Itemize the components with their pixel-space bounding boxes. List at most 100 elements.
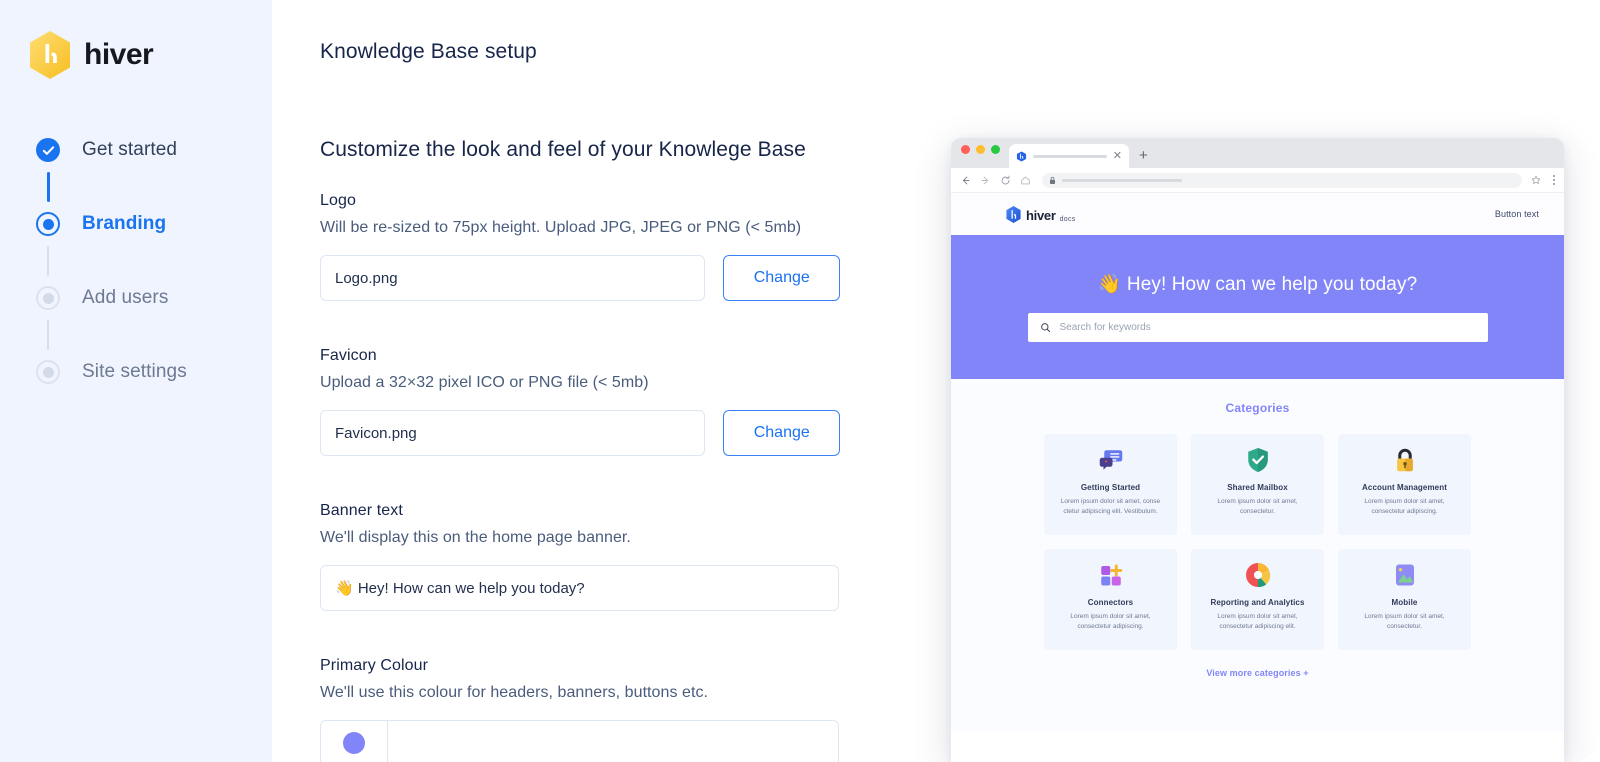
window-controls[interactable] <box>961 138 1000 168</box>
reload-icon[interactable] <box>1000 175 1011 186</box>
sidebar: hiver Get started Branding Add users Sit… <box>0 0 272 762</box>
kebab-menu-icon[interactable] <box>1550 175 1555 185</box>
category-card[interactable]: Reporting and Analytics Lorem ipsum dolo… <box>1191 549 1324 650</box>
change-favicon-button[interactable]: Change <box>723 410 840 456</box>
sidebar-item-label: Site settings <box>82 361 187 382</box>
preview-header-button[interactable]: Button text <box>1495 209 1539 219</box>
field-label: Logo <box>320 192 356 209</box>
close-icon[interactable]: ✕ <box>1113 150 1122 162</box>
category-desc: Lorem ipsum dolor sit amet, consectetur. <box>1364 613 1445 631</box>
category-desc: Lorem ipsum dolor sit amet, conse ctetur… <box>1060 498 1161 516</box>
category-card[interactable]: Shared Mailbox Lorem ipsum dolor sit ame… <box>1191 434 1324 535</box>
category-name: Reporting and Analytics <box>1210 598 1305 607</box>
image-icon <box>1395 564 1414 586</box>
preview-site-logo: hiver docs <box>1005 205 1076 224</box>
category-card[interactable]: Account Management Lorem ipsum dolor sit… <box>1338 434 1471 535</box>
preview-hero-banner: 👋 Hey! How can we help you today? Search… <box>951 235 1564 379</box>
sidebar-item-branding[interactable]: Branding <box>36 202 266 246</box>
radio-selected-icon <box>36 212 60 236</box>
tab-title-placeholder <box>1033 154 1107 158</box>
category-desc: Lorem ipsum dolor sit amet, consectetur … <box>1217 613 1298 631</box>
browser-preview: ✕ + hiver docs Button text 👋 Hey! How ca… <box>951 138 1564 762</box>
category-name: Mobile <box>1391 598 1418 607</box>
section-title: Customize the look and feel of your Know… <box>320 138 806 161</box>
shield-check-icon <box>1247 448 1268 472</box>
category-card[interactable]: Getting Started Lorem ipsum dolor sit am… <box>1044 434 1177 535</box>
preview-categories-heading: Categories <box>1225 401 1290 415</box>
favicon-filename-input[interactable]: Favicon.png <box>320 410 706 456</box>
preview-logo-word: hiver <box>1026 208 1056 224</box>
field-help: We'll display this on the home page bann… <box>320 529 631 546</box>
chat-bubbles-icon <box>1099 450 1122 470</box>
category-desc: Lorem ipsum dolor sit amet, consectetur … <box>1070 613 1151 631</box>
sidebar-item-get-started[interactable]: Get started <box>36 128 266 172</box>
check-circle-icon <box>36 138 60 162</box>
field-help: Upload a 32×32 pixel ICO or PNG file (< … <box>320 374 649 391</box>
category-name: Shared Mailbox <box>1227 483 1288 492</box>
category-name: Connectors <box>1087 598 1134 607</box>
preview-site-header: hiver docs Button text <box>951 193 1564 235</box>
preview-category-grid: Getting Started Lorem ipsum dolor sit am… <box>1044 434 1471 650</box>
hiver-hexagon-blue-icon <box>1006 205 1021 223</box>
step-connector-active <box>36 172 266 202</box>
field-favicon: Favicon Upload a 32×32 pixel ICO or PNG … <box>320 347 840 456</box>
search-icon <box>1040 323 1050 333</box>
preview-search-box[interactable]: Search for keywords <box>1027 313 1488 342</box>
sidebar-item-label: Branding <box>82 213 167 234</box>
lock-icon <box>1049 176 1056 184</box>
sidebar-item-site-settings[interactable]: Site settings <box>36 350 266 394</box>
step-connector-idle <box>36 320 266 350</box>
page-title: Knowledge Base setup <box>320 40 537 63</box>
maximize-window-dot[interactable] <box>991 144 1000 154</box>
browser-tab[interactable]: ✕ <box>1009 144 1129 168</box>
setup-steps: Get started Branding Add users Site sett… <box>36 128 266 394</box>
brand-logo: hiver <box>27 30 154 80</box>
preview-hero-title: 👋 Hey! How can we help you today? <box>1097 274 1418 295</box>
view-more-categories-link[interactable]: View more categories + <box>951 668 1564 678</box>
primary-colour-input[interactable] <box>388 720 839 762</box>
colour-swatch <box>343 732 365 754</box>
step-connector-idle <box>36 246 266 276</box>
field-label: Favicon <box>320 347 377 364</box>
pie-chart-icon <box>1245 563 1270 588</box>
logo-filename-input[interactable]: Logo.png <box>320 255 706 301</box>
category-name: Account Management <box>1362 483 1447 492</box>
arrow-left-icon[interactable] <box>960 175 971 186</box>
sidebar-item-add-users[interactable]: Add users <box>36 276 266 320</box>
minimize-window-dot[interactable] <box>976 144 985 154</box>
blocks-plus-icon <box>1100 564 1122 586</box>
home-icon[interactable] <box>1020 175 1031 186</box>
url-omnibox[interactable] <box>1042 172 1522 188</box>
radio-empty-icon <box>36 360 60 384</box>
field-label: Banner text <box>320 502 403 519</box>
change-logo-button[interactable]: Change <box>723 255 840 301</box>
browser-tabbar: ✕ + <box>951 138 1564 168</box>
padlock-icon <box>1396 448 1413 472</box>
arrow-right-icon[interactable] <box>980 175 991 186</box>
app-root: hiver Get started Branding Add users Sit… <box>0 0 1600 762</box>
field-help: Will be re-sized to 75px height. Upload … <box>320 219 802 236</box>
category-card[interactable]: Mobile Lorem ipsum dolor sit amet, conse… <box>1338 549 1471 650</box>
preview-search-placeholder: Search for keywords <box>1059 322 1151 333</box>
browser-addressbar <box>951 168 1564 193</box>
banner-text-input[interactable]: 👋 Hey! How can we help you today? <box>320 565 839 611</box>
field-logo: Logo Will be re-sized to 75px height. Up… <box>320 192 840 301</box>
url-placeholder <box>1062 178 1182 182</box>
hiver-hexagon-icon <box>30 31 70 79</box>
plus-icon[interactable]: + <box>1139 148 1148 168</box>
field-primary-colour: Primary Colour We'll use this colour for… <box>320 657 840 762</box>
star-icon[interactable] <box>1531 175 1541 185</box>
category-desc: Lorem ipsum dolor sit amet, consectetur … <box>1364 498 1445 516</box>
radio-empty-icon <box>36 286 60 310</box>
colour-swatch-button[interactable] <box>320 720 388 762</box>
category-name: Getting Started <box>1080 483 1141 492</box>
field-banner-text: Banner text We'll display this on the ho… <box>320 502 840 611</box>
hiver-favicon-icon <box>1016 150 1027 162</box>
preview-logo-sub: docs <box>1059 215 1076 223</box>
brand-name: hiver <box>84 38 154 71</box>
sidebar-item-label: Get started <box>82 139 178 160</box>
field-label: Primary Colour <box>320 657 429 674</box>
category-card[interactable]: Connectors Lorem ipsum dolor sit amet, c… <box>1044 549 1177 650</box>
close-window-dot[interactable] <box>961 144 970 154</box>
sidebar-item-label: Add users <box>82 287 169 308</box>
